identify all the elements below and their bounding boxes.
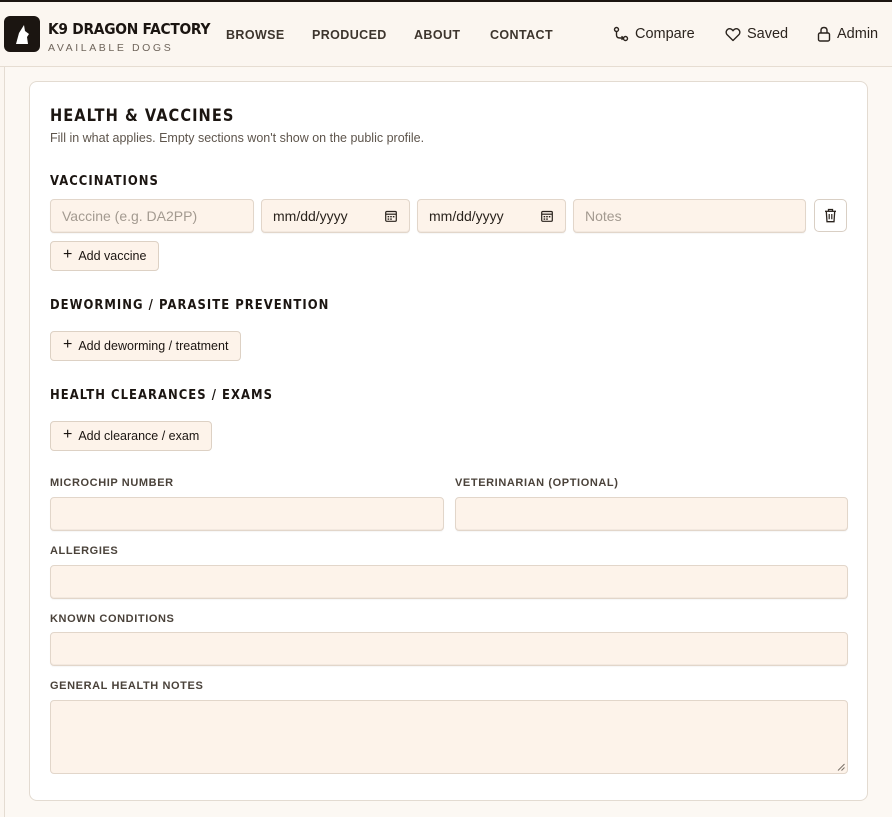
vaccine-date-input[interactable]: mm/dd/yyyy xyxy=(261,199,410,233)
allergies-input[interactable] xyxy=(50,565,848,599)
vaccine-date-value: mm/dd/yyyy xyxy=(273,208,348,224)
nav-produced[interactable]: PRODUCED xyxy=(312,28,387,42)
add-vaccine-label: Add vaccine xyxy=(78,249,147,263)
calendar-icon[interactable] xyxy=(541,210,553,222)
compare-icon xyxy=(613,26,629,42)
trash-icon xyxy=(825,208,836,223)
deworming-title: DEWORMING / PARASITE PREVENTION xyxy=(50,297,330,313)
calendar-icon[interactable] xyxy=(385,210,397,222)
delete-vaccine-button[interactable] xyxy=(814,199,847,232)
saved-label: Saved xyxy=(747,26,789,42)
add-vaccine-button[interactable]: + Add vaccine xyxy=(50,241,160,271)
admin-button[interactable]: Admin xyxy=(817,26,878,42)
plus-icon: + xyxy=(63,426,73,443)
card-title: HEALTH & VACCINES xyxy=(50,106,235,126)
allergies-label: ALLERGIES xyxy=(50,545,119,557)
vaccine-name-input[interactable]: Vaccine (e.g. DA2PP) xyxy=(50,199,254,233)
saved-button[interactable]: Saved xyxy=(725,26,788,42)
add-deworming-button[interactable]: + Add deworming / treatment xyxy=(50,331,242,361)
general-notes-textarea[interactable] xyxy=(50,700,848,774)
known-conditions-input[interactable] xyxy=(50,632,848,666)
vaccinations-title: VACCINATIONS xyxy=(50,173,159,189)
compare-label: Compare xyxy=(635,26,695,42)
add-deworming-label: Add deworming / treatment xyxy=(78,339,229,353)
heart-icon xyxy=(725,27,741,41)
card-subtitle: Fill in what applies. Empty sections won… xyxy=(50,131,425,145)
microchip-label: MICROCHIP NUMBER xyxy=(50,477,174,489)
logo[interactable] xyxy=(4,16,40,52)
vaccine-due-date-value: mm/dd/yyyy xyxy=(429,208,504,224)
compare-button[interactable]: Compare xyxy=(613,26,695,42)
veterinarian-input[interactable] xyxy=(455,497,848,531)
known-conditions-label: KNOWN CONDITIONS xyxy=(50,613,175,625)
veterinarian-label: VETERINARIAN (OPTIONAL) xyxy=(455,477,619,489)
admin-label: Admin xyxy=(837,26,879,42)
resize-handle-icon[interactable] xyxy=(837,763,845,771)
vaccine-due-date-input[interactable]: mm/dd/yyyy xyxy=(417,199,566,233)
lock-icon xyxy=(817,26,831,42)
plus-icon: + xyxy=(63,336,73,353)
plus-icon: + xyxy=(63,246,73,263)
nav-browse[interactable]: BROWSE xyxy=(226,28,285,42)
health-vaccines-card: HEALTH & VACCINES Fill in what applies. … xyxy=(29,81,868,801)
vaccine-notes-input[interactable]: Notes xyxy=(573,199,806,233)
add-clearance-label: Add clearance / exam xyxy=(78,429,200,443)
top-navbar: K9 DRAGON FACTORY AVAILABLE DOGS BROWSE … xyxy=(0,0,892,67)
general-notes-label: GENERAL HEALTH NOTES xyxy=(50,680,204,692)
dragon-logo-icon xyxy=(16,25,29,44)
nav-about[interactable]: ABOUT xyxy=(414,28,460,42)
add-clearance-button[interactable]: + Add clearance / exam xyxy=(50,421,213,451)
microchip-input[interactable] xyxy=(50,497,444,531)
brand-name[interactable]: K9 DRAGON FACTORY xyxy=(48,20,211,38)
clearances-title: HEALTH CLEARANCES / EXAMS xyxy=(50,387,273,403)
nav-contact[interactable]: CONTACT xyxy=(490,28,553,42)
brand-subtitle: AVAILABLE DOGS xyxy=(48,42,174,54)
